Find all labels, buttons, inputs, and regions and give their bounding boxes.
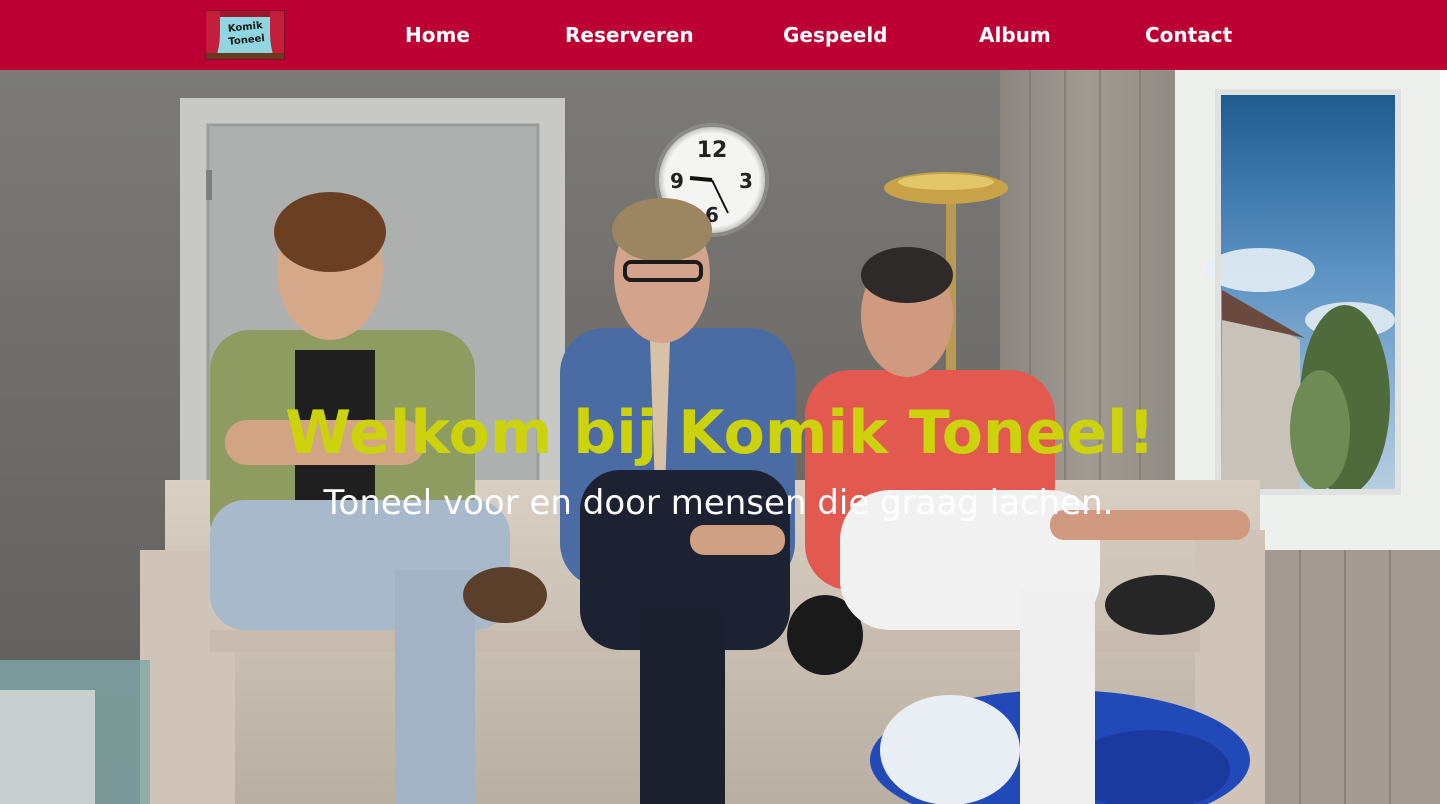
nav-link-reserveren[interactable]: Reserveren	[565, 22, 694, 48]
komik-toneel-logo[interactable]: Komik Toneel	[205, 10, 285, 60]
nav-link-gespeeld[interactable]: Gespeeld	[783, 22, 888, 48]
nav-link-contact[interactable]: Contact	[1145, 22, 1232, 48]
svg-text:9: 9	[670, 169, 684, 193]
page-right-margin	[1440, 70, 1447, 804]
svg-text:12: 12	[697, 138, 728, 163]
svg-text:3: 3	[739, 169, 753, 193]
nav-link-album[interactable]: Album	[979, 22, 1051, 48]
logo-wordmark: Komik Toneel	[227, 20, 266, 48]
nav-link-home[interactable]: Home	[405, 22, 470, 48]
hero-section: 12 3 6 9 Welkom bij Komik Toneel! Toneel…	[0, 70, 1447, 804]
logo-stage-floor	[206, 53, 284, 59]
hero-title: Welkom bij Komik Toneel!	[285, 398, 1155, 468]
top-navbar: Komik Toneel Home Reserveren Gespeeld Al…	[0, 0, 1447, 70]
hero-subtitle: Toneel voor en door mensen die graag lac…	[323, 483, 1114, 523]
